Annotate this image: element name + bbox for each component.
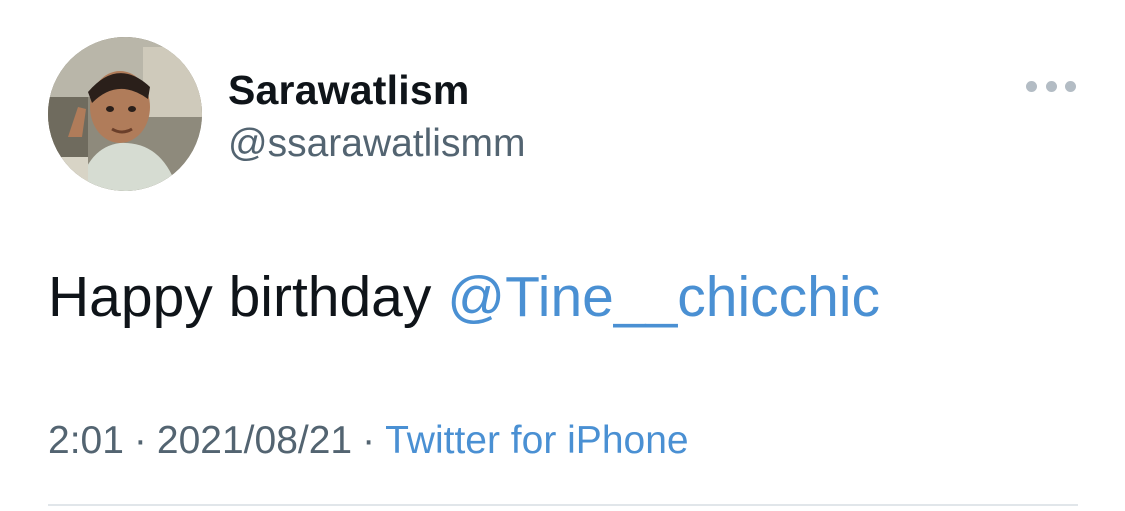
tweet-body: Happy birthday	[48, 265, 448, 329]
tweet-time[interactable]: 2:01	[48, 419, 124, 462]
more-dot	[1026, 80, 1037, 92]
avatar[interactable]	[48, 37, 202, 191]
avatar-photo	[48, 37, 202, 191]
tweet-text: Happy birthday @Tine__chicchic	[48, 264, 880, 330]
divider	[48, 504, 1078, 506]
display-name[interactable]: Sarawatlism	[228, 66, 470, 114]
meta-separator: ·	[133, 419, 147, 462]
more-horizontal-icon[interactable]	[1026, 72, 1076, 100]
tweet-source-link[interactable]: Twitter for iPhone	[385, 419, 688, 462]
tweet-date[interactable]: 2021/08/21	[157, 419, 352, 462]
mention-link[interactable]: @Tine__chicchic	[447, 265, 880, 329]
more-dot	[1045, 80, 1057, 92]
meta-separator: ·	[362, 419, 376, 462]
tweet-meta: 2:01 · 2021/08/21 · Twitter for iPhone	[48, 417, 689, 465]
user-handle[interactable]: @ssarawatlismm	[228, 120, 525, 168]
more-dot	[1065, 80, 1076, 92]
